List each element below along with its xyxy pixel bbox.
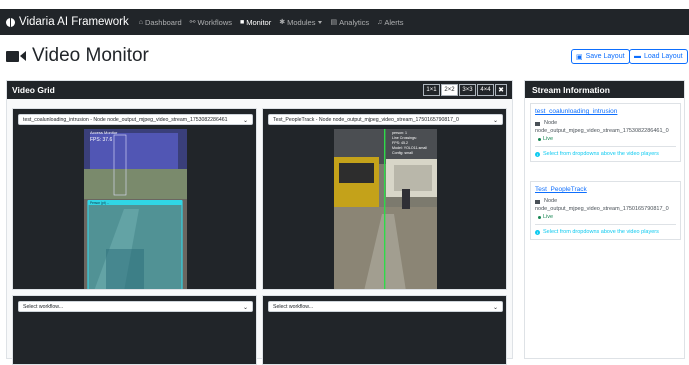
nav-alerts-label: Alerts	[384, 17, 404, 27]
stream-name-link[interactable]: Test_PeopleTrack	[535, 186, 676, 193]
info-icon: i	[535, 151, 540, 157]
video-grid-header: Video Grid 1×1 2×2 3×3 4×4 ✖	[7, 81, 512, 99]
live-label: Live	[543, 214, 554, 220]
chevron-down-icon: ⌄	[242, 118, 248, 124]
save-layout-label: Save Layout	[585, 53, 625, 60]
brand-name: Vidaria AI Framework	[19, 16, 129, 28]
layout-2x2-button[interactable]: 2×2	[441, 84, 458, 96]
video-camera-icon	[535, 199, 540, 204]
bell-icon: ♫	[377, 18, 383, 26]
brand[interactable]: Vidaria AI Framework	[6, 16, 129, 28]
workflow-select-2[interactable]: Test_PeopleTrack - Node node_output_mjpe…	[268, 114, 503, 125]
layout-4x4-button[interactable]: 4×4	[477, 84, 494, 96]
brand-logo-icon	[6, 17, 15, 27]
video-cell-2: Test_PeopleTrack - Node node_output_mjpe…	[262, 108, 507, 290]
live-status: Live	[535, 136, 676, 142]
stream-node-id: node_output_mjpeg_video_stream_175308228…	[535, 127, 669, 134]
video-camera-icon	[535, 121, 540, 126]
page-title: Video Monitor	[6, 45, 149, 67]
stream-node-label: Node	[544, 120, 558, 126]
stream-hint-text: Select from dropdowns above the video pl…	[543, 229, 659, 235]
workflow-select-3[interactable]: Select workflow... ⌄	[18, 301, 253, 312]
video-grid-card: Video Grid 1×1 2×2 3×3 4×4 ✖ test_coalun…	[6, 80, 513, 365]
stream-node-row: Node	[535, 120, 676, 128]
workflow-select-1-value: test_coalunloading_intrusion - Node node…	[23, 116, 228, 123]
video-frame-1: Access Monitor FPS: 37.6 Person (pt) ...	[84, 129, 187, 289]
video-player-2[interactable]: person: 1 Line Crossings: FPS: 45.2 Mode…	[334, 129, 437, 289]
video-grid-title: Video Grid	[12, 85, 55, 95]
workflow-select-4[interactable]: Select workflow... ⌄	[268, 301, 503, 312]
nav-analytics-label: Analytics	[339, 17, 370, 27]
svg-text:Access Monitor: Access Monitor	[90, 130, 118, 135]
fullscreen-icon[interactable]: ✖	[495, 84, 507, 96]
nav-workflows[interactable]: ⚯ Workflows	[190, 18, 232, 27]
home-icon: ⌂	[138, 18, 143, 26]
info-icon: i	[535, 229, 540, 235]
load-layout-button[interactable]: ▬ Load Layout	[629, 49, 688, 64]
layout-1x1-button[interactable]: 1×1	[423, 84, 440, 96]
top-navbar: Vidaria AI Framework ⌂ Dashboard ⚯ Workf…	[0, 9, 689, 35]
divider	[535, 224, 676, 225]
layout-selector: 1×1 2×2 3×3 4×4 ✖	[423, 84, 507, 96]
stream-item-2: Test_PeopleTrack Node node_output_mjpeg_…	[530, 181, 681, 240]
workflow-select-2-value: Test_PeopleTrack - Node node_output_mjpe…	[273, 116, 459, 123]
nav-dashboard[interactable]: ⌂ Dashboard	[139, 18, 182, 27]
overlay-line-1: person: 1	[392, 131, 407, 135]
detection-label-1: Person (pt) ...	[90, 201, 109, 205]
chart-icon: ▤	[330, 19, 338, 26]
video-player-1[interactable]: Access Monitor FPS: 37.6 Person (pt) ...	[84, 129, 187, 289]
chevron-down-icon: ⌄	[492, 305, 498, 311]
stream-hint: i Select from dropdowns above the video …	[535, 229, 676, 235]
stream-info-title: Stream Information	[525, 81, 684, 98]
workflow-select-1[interactable]: test_coalunloading_intrusion - Node node…	[18, 114, 253, 125]
puzzle-icon: ✱	[279, 19, 286, 26]
nav-monitor-label: Monitor	[246, 17, 272, 27]
live-status: Live	[535, 214, 676, 220]
video-frame-2: person: 1 Line Crossings: FPS: 45.2 Mode…	[334, 129, 437, 289]
page-title-text: Video Monitor	[32, 45, 149, 66]
workflow-icon: ⚯	[189, 19, 196, 26]
stream-hint: i Select from dropdowns above the video …	[535, 151, 676, 157]
overlay-line-2: Line Crossings:	[392, 136, 417, 140]
nav-analytics[interactable]: ▤ Analytics	[330, 18, 369, 27]
live-label: Live	[543, 136, 554, 142]
load-layout-label: Load Layout	[644, 53, 683, 60]
nav-modules-label: Modules	[287, 17, 316, 27]
live-dot-icon	[538, 215, 541, 219]
video-camera-icon	[6, 50, 26, 62]
nav-dashboard-label: Dashboard	[144, 17, 182, 27]
stream-name-link[interactable]: test_coalunloading_intrusion	[535, 108, 676, 115]
nav-monitor[interactable]: ■ Monitor	[240, 18, 271, 27]
nav-modules[interactable]: ✱ Modules	[279, 17, 323, 27]
video-cell-3: Select workflow... ⌄	[12, 295, 257, 365]
workflow-select-3-value: Select workflow...	[23, 303, 64, 310]
chevron-down-icon: ⌄	[492, 118, 498, 124]
save-icon: ▣	[576, 53, 583, 61]
chevron-down-icon	[318, 20, 323, 24]
stream-item-1: test_coalunloading_intrusion Node node_o…	[530, 103, 681, 162]
video-cell-4: Select workflow... ⌄	[262, 295, 507, 365]
video-cell-1: test_coalunloading_intrusion - Node node…	[12, 108, 257, 290]
layout-3x3-button[interactable]: 3×3	[459, 84, 476, 96]
stream-node-row: Node	[535, 198, 676, 206]
stream-node-label: Node	[544, 198, 558, 204]
chevron-down-icon: ⌄	[242, 305, 248, 311]
nav-alerts[interactable]: ♫ Alerts	[377, 18, 403, 27]
nav-workflows-label: Workflows	[197, 17, 232, 27]
video-camera-icon: ■	[239, 18, 245, 26]
divider	[535, 146, 676, 147]
folder-icon: ▬	[634, 53, 641, 60]
fps-overlay-1: FPS: 37.6	[90, 137, 112, 143]
stream-info-card: Stream Information test_coalunloading_in…	[524, 80, 685, 359]
live-dot-icon	[538, 137, 541, 141]
overlay-line-3: FPS: 45.2	[392, 141, 408, 145]
stream-node-id: node_output_mjpeg_video_stream_175016579…	[535, 205, 669, 212]
workflow-select-4-value: Select workflow...	[273, 303, 314, 310]
save-layout-button[interactable]: ▣ Save Layout	[571, 49, 630, 64]
overlay-line-4: Model: YOLO11-small	[392, 146, 427, 150]
overlay-line-5: Config: small	[392, 151, 413, 155]
stream-hint-text: Select from dropdowns above the video pl…	[543, 151, 659, 157]
